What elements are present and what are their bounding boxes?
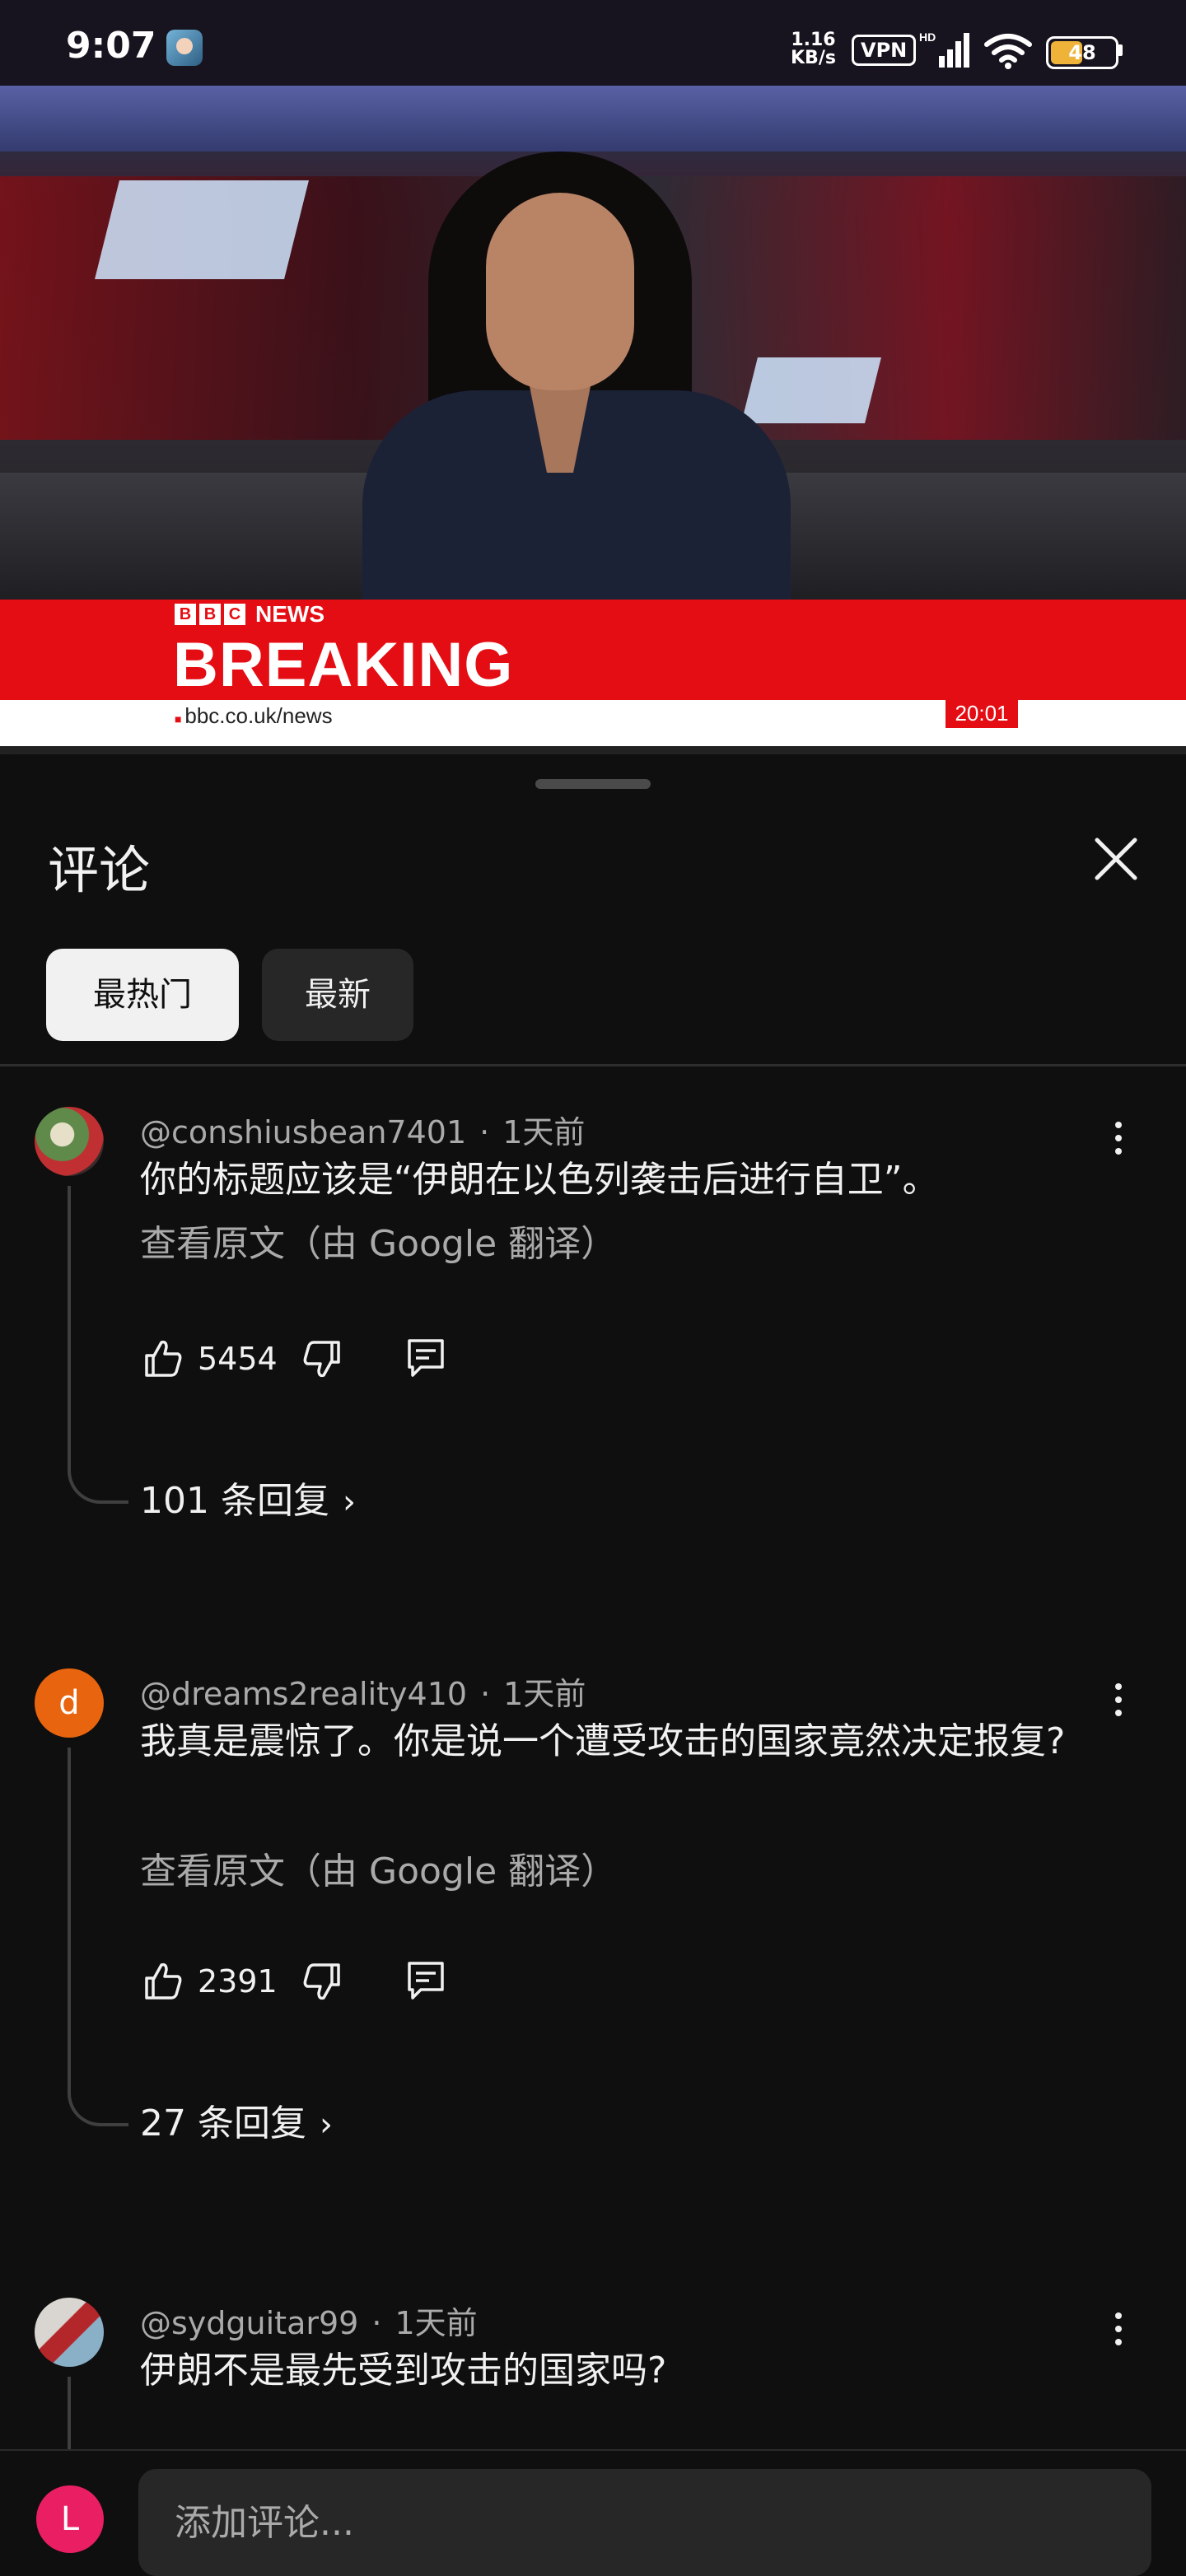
comment-text: 我真是震惊了。你是说一个遭受攻击的国家竟然决定报复? [140,1720,1066,1762]
drag-handle[interactable] [535,779,651,789]
meta-separator: · [480,1676,491,1712]
meta-separator: · [371,2305,382,2341]
thumbs-up-icon[interactable] [140,1336,186,1382]
thread-curve [68,2090,128,2126]
thumbs-down-icon[interactable] [299,1958,345,2004]
divider [0,1064,1186,1066]
comment-meta: @conshiusbean7401 · 1天前 [140,1107,585,1152]
battery-icon: 48 [1046,36,1118,69]
comment-actions: 2391 [140,1957,449,2006]
comments-sheet: 评论 最热门 最新 @conshiusbean7401 · 1天前 你的标题应该是“… [0,754,1186,2569]
comment-text: 伊朗不是最先受到攻击的国家吗? [140,2350,667,2392]
bbc-logo-letter: B [199,604,221,625]
user-avatar[interactable]: L [36,2485,104,2553]
status-time: 9:07 [66,25,156,67]
chevron-right-icon: › [342,1483,356,1521]
news-url: bbc.co.uk/news [175,703,332,729]
tab-top-comments[interactable]: 最热门 [46,949,239,1041]
replies-count: 27 条回复 [140,2102,306,2144]
comment-meta: @sydguitar99 · 1天前 [140,2298,478,2343]
avatar[interactable] [35,2298,104,2367]
close-icon[interactable] [1087,830,1145,888]
studio-ceiling [0,86,1186,152]
comment-item: d @dreams2reality410 · 1天前 我真是震惊了。你是说一个遭受攻… [0,1668,1186,2144]
comment-time: 1天前 [395,2305,478,2341]
replies-count: 101 条回复 [140,1480,329,1522]
chevron-right-icon: › [319,2106,333,2144]
thread-line [68,1186,71,1471]
meta-separator: · [479,1114,490,1150]
bbc-news-logo: B B C NEWS [175,601,325,627]
thread-curve [68,1468,128,1504]
breaking-headline: BREAKING [173,630,514,700]
comment-actions: 5454 [140,1334,449,1384]
comment-item: @sydguitar99 · 1天前 伊朗不是最先受到攻击的国家吗? [0,2298,1186,2449]
network-speed-unit: KB/s [791,48,836,68]
svg-text:HD: HD [919,30,936,44]
comment-text: 你的标题应该是“伊朗在以色列袭击后进行自卫”。 [140,1159,939,1201]
comment-time: 1天前 [502,1114,586,1150]
reply-icon[interactable] [403,1958,449,2004]
view-replies-button[interactable]: 27 条回复 › [140,2093,333,2146]
thread-line [68,2377,71,2449]
comments-title: 评论 [48,840,151,900]
thumbs-down-icon[interactable] [299,1336,345,1382]
wifi-icon [984,34,1032,69]
studio-screen [741,357,881,423]
comment-author[interactable]: @dreams2reality410 [140,1676,467,1712]
video-player[interactable]: B B C NEWS BREAKING bbc.co.uk/news 20:01 [0,86,1186,754]
comment-author[interactable]: @sydguitar99 [140,2305,358,2341]
studio-screen [95,180,309,279]
bbc-logo-letter: B [175,604,196,625]
comment-author[interactable]: @conshiusbean7401 [140,1114,466,1150]
battery-level: 48 [1068,41,1096,64]
anchor-face [486,193,634,390]
network-speed-value: 1.16 [791,30,836,50]
hd-signal-icon: HD [919,30,969,68]
add-comment-bar: L [0,2449,1186,2576]
like-count: 2391 [198,1963,278,2000]
app-avatar-icon [166,30,203,66]
status-bar: 9:07 1.16 KB/s VPN HD 48 [0,0,1186,86]
comment-meta: @dreams2reality410 · 1天前 [140,1668,586,1714]
reply-icon[interactable] [403,1336,449,1382]
view-original-link[interactable]: 查看原文（由 Google 翻译） [140,1214,617,1267]
comment-item: @conshiusbean7401 · 1天前 你的标题应该是“伊朗在以色列袭击后进… [0,1107,1186,1568]
avatar[interactable] [35,1107,104,1176]
view-original-link[interactable]: 查看原文（由 Google 翻译） [140,1841,617,1894]
thumbs-up-icon[interactable] [140,1958,186,2004]
view-replies-button[interactable]: 101 条回复 › [140,1471,356,1524]
network-speed: 1.16 KB/s [791,31,836,68]
comment-time: 1天前 [503,1676,586,1712]
vpn-badge: VPN [852,35,917,66]
broadcast-clock: 20:01 [946,698,1018,728]
bbc-news-label: NEWS [255,601,325,627]
avatar[interactable]: d [35,1668,104,1738]
thread-line [68,1748,71,2093]
like-count: 5454 [198,1341,278,1377]
comment-input[interactable] [138,2469,1151,2576]
bbc-logo-letter: C [224,604,245,625]
tab-newest[interactable]: 最新 [262,949,413,1041]
battery-tip [1118,44,1123,56]
